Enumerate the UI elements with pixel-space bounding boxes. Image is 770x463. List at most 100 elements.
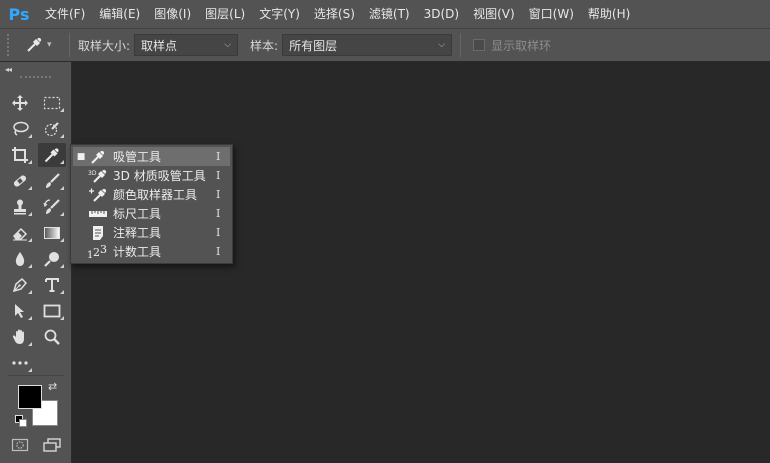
- type-icon: [43, 276, 61, 294]
- brush-tool[interactable]: [38, 169, 66, 193]
- chevron-down-icon: ⌵: [438, 40, 446, 50]
- blur-icon: [11, 250, 29, 268]
- flyout-indicator-icon: [28, 186, 32, 190]
- swap-colors-icon[interactable]: ⇄: [48, 380, 57, 393]
- zoom-icon: [43, 328, 61, 346]
- note-icon: [87, 225, 109, 241]
- type-tool[interactable]: [38, 273, 66, 297]
- eyedropper-icon: [43, 146, 61, 164]
- menu-help[interactable]: 帮助(H): [581, 0, 637, 28]
- rectangle-tool[interactable]: [38, 299, 66, 323]
- pen-icon: [11, 276, 29, 294]
- options-bar: ▾ 取样大小: 取样点 ⌵ 样本: 所有图层 ⌵ 显示取样环: [0, 28, 770, 62]
- flyout-indicator-icon: [28, 316, 32, 320]
- zoom-tool[interactable]: [38, 325, 66, 349]
- quick-mask-icon: [11, 437, 29, 453]
- sample-label: 样本:: [250, 38, 279, 53]
- panel-grip[interactable]: [20, 76, 51, 82]
- lasso-icon: [11, 120, 29, 138]
- flyout-item-3d-material-eyedropper[interactable]: 3D 3D 材质吸管工具 I: [73, 166, 230, 185]
- sample-select[interactable]: 所有图层 ⌵: [282, 34, 453, 56]
- more-tools-button[interactable]: [6, 351, 34, 375]
- eyedropper-tool[interactable]: [38, 143, 66, 167]
- count-icon: 123: [87, 244, 109, 260]
- options-bar-grip[interactable]: [7, 34, 13, 56]
- flyout-indicator-icon: [28, 368, 32, 372]
- menu-file[interactable]: 文件(F): [38, 0, 92, 28]
- show-sampling-ring-checkbox[interactable]: [473, 39, 486, 51]
- path-select-tool[interactable]: [6, 299, 34, 323]
- flyout-indicator-icon: [60, 160, 64, 164]
- flyout-indicator-icon: [60, 186, 64, 190]
- eraser-tool[interactable]: [6, 221, 34, 245]
- sample-value: 所有图层: [289, 38, 338, 53]
- eyedropper-icon: [87, 149, 109, 165]
- menu-image[interactable]: 图像(I): [147, 0, 198, 28]
- foreground-color-swatch[interactable]: [18, 385, 42, 409]
- flyout-indicator-icon: [60, 134, 64, 138]
- blur-tool[interactable]: [6, 247, 34, 271]
- flyout-item-shortcut: I: [216, 150, 221, 163]
- default-colors-icon[interactable]: [15, 415, 27, 427]
- flyout-item-label: 3D 材质吸管工具: [113, 169, 206, 183]
- rectangle-icon: [43, 303, 61, 319]
- menu-filter[interactable]: 滤镜(T): [362, 0, 417, 28]
- quick-select-icon: [43, 120, 61, 138]
- hand-tool[interactable]: [6, 325, 34, 349]
- flyout-item-note[interactable]: 注释工具 I: [73, 223, 230, 242]
- gradient-tool[interactable]: [38, 221, 66, 245]
- show-sampling-ring-label: 显示取样环: [491, 38, 552, 53]
- move-tool[interactable]: [6, 91, 34, 115]
- flyout-item-color-sampler[interactable]: 颜色取样器工具 I: [73, 185, 230, 204]
- flyout-indicator-icon: [28, 238, 32, 242]
- menu-view[interactable]: 视图(V): [466, 0, 522, 28]
- flyout-item-label: 标尺工具: [113, 207, 162, 221]
- hand-icon: [11, 328, 29, 346]
- flyout-indicator-icon: [28, 212, 32, 216]
- flyout-indicator-icon: [60, 264, 64, 268]
- flyout-item-ruler[interactable]: 标尺工具 I: [73, 204, 230, 223]
- marquee-icon: [43, 95, 61, 111]
- 3d-material-eyedropper-icon: 3D: [87, 168, 109, 184]
- lasso-tool[interactable]: [6, 117, 34, 141]
- healing-brush-tool[interactable]: [6, 169, 34, 193]
- sample-size-select[interactable]: 取样点 ⌵: [134, 34, 239, 56]
- menu-3d[interactable]: 3D(D): [417, 0, 466, 28]
- collapse-panel-icon[interactable]: ◂◂: [0, 62, 71, 76]
- tools-panel: ◂◂ ⇄: [0, 62, 72, 463]
- svg-text:3D: 3D: [88, 170, 97, 177]
- color-sampler-icon: [87, 187, 109, 203]
- svg-text:3: 3: [100, 244, 107, 256]
- menu-select[interactable]: 选择(S): [307, 0, 362, 28]
- flyout-indicator-icon: [60, 238, 64, 242]
- pen-tool[interactable]: [6, 273, 34, 297]
- clone-stamp-icon: [11, 198, 29, 216]
- flyout-indicator-icon: [60, 290, 64, 294]
- dodge-tool[interactable]: [38, 247, 66, 271]
- menu-window[interactable]: 窗口(W): [522, 0, 581, 28]
- tool-preset-picker[interactable]: ▾: [25, 36, 61, 54]
- menu-type[interactable]: 文字(Y): [252, 0, 307, 28]
- gradient-icon: [43, 225, 61, 241]
- quick-mask-button[interactable]: [6, 433, 34, 457]
- ps-logo: Ps: [8, 4, 30, 24]
- screen-mode-button[interactable]: [38, 433, 66, 457]
- marquee-tool[interactable]: [38, 91, 66, 115]
- flyout-item-shortcut: I: [216, 245, 221, 258]
- history-brush-tool[interactable]: [38, 195, 66, 219]
- eyedropper-icon: [25, 36, 43, 54]
- show-sampling-ring-option[interactable]: 显示取样环: [473, 37, 551, 54]
- clone-stamp-tool[interactable]: [6, 195, 34, 219]
- flyout-item-shortcut: I: [216, 169, 221, 182]
- flyout-item-label: 颜色取样器工具: [113, 188, 198, 202]
- crop-tool[interactable]: [6, 143, 34, 167]
- menu-edit[interactable]: 编辑(E): [92, 0, 147, 28]
- quick-select-tool[interactable]: [38, 117, 66, 141]
- sample-size-label: 取样大小:: [78, 38, 131, 53]
- path-select-icon: [11, 302, 29, 320]
- flyout-item-eyedropper[interactable]: ■ 吸管工具 I: [73, 147, 230, 166]
- flyout-item-count[interactable]: 123 计数工具 I: [73, 242, 230, 261]
- crop-icon: [11, 146, 29, 164]
- sample-size-value: 取样点: [141, 38, 178, 53]
- menu-layer[interactable]: 图层(L): [198, 0, 252, 28]
